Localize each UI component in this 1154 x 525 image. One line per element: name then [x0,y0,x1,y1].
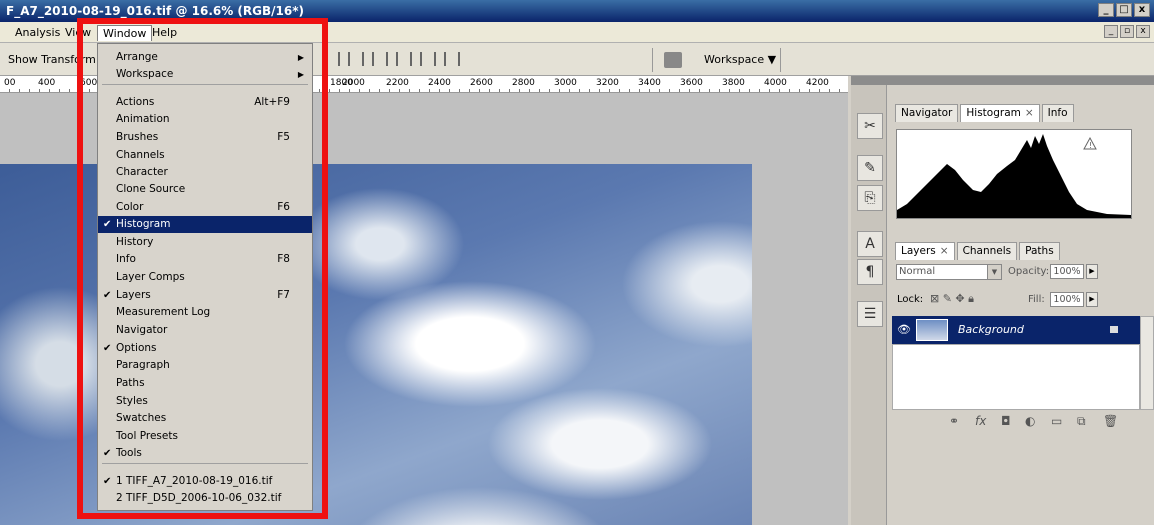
ruler-tick-label: 2000 [342,78,365,88]
svg-text:!: ! [1089,141,1092,150]
doc-restore-button[interactable]: ▫ [1120,25,1134,38]
ruler-tick-label: 2600 [470,78,493,88]
tab-channels[interactable]: Channels [956,242,1018,260]
lock-label: Lock: [897,294,924,305]
doc-close-button[interactable]: x [1136,25,1150,38]
ruler-tick-label: 2800 [512,78,535,88]
ruler-tick-label: 400 [38,78,56,88]
fill-label: Fill: [1028,294,1045,305]
tab-layers[interactable]: Layers × [895,242,955,260]
align-bottom-icon[interactable] [348,52,364,66]
toolbar-divider [780,48,781,72]
character-icon[interactable]: A [857,231,883,257]
auto-align-icon[interactable] [444,52,460,66]
fill-slider-button[interactable]: ▶ [1086,292,1098,307]
bridge-icon[interactable] [664,52,682,68]
chevron-down-icon: ▼ [987,265,1001,279]
blend-mode-select[interactable]: Normal ▼ [896,264,1002,280]
lock-icons[interactable]: ⊠ ✎ ✥ 🔒︎ [930,292,974,306]
tool-presets-icon[interactable]: ✂ [857,113,883,139]
new-group-icon[interactable]: ▭ [1051,414,1062,428]
layer-thumbnail [916,319,948,341]
window-title: F_A7_2010-08-19_016.tif @ 16.6% (RGB/16*… [6,4,304,18]
menu-analysis[interactable]: Analysis [10,25,65,41]
opacity-slider-button[interactable]: ▶ [1086,264,1098,279]
layer-comps-icon[interactable]: ☰ [857,301,883,327]
distribute-right-icon[interactable] [420,52,436,66]
layer-style-icon[interactable]: fx [975,414,986,428]
ruler-tick-label: 4200 [806,78,829,88]
doc-minimize-button[interactable]: _ [1104,25,1118,38]
minimize-button[interactable]: _ [1098,3,1114,17]
opacity-field[interactable]: 100% [1050,264,1084,279]
eye-icon[interactable]: 👁︎ [897,323,911,336]
tab-histogram[interactable]: Histogram × [960,104,1040,122]
new-layer-icon[interactable]: ⧉ [1077,414,1086,429]
tab-info[interactable]: Info [1041,104,1074,122]
fill-field[interactable]: 100% [1050,292,1084,307]
workspace-button[interactable]: Workspace ▼ [704,53,776,66]
ruler-tick-label: 4000 [764,78,787,88]
layer-name[interactable]: Background [958,323,1024,336]
paragraph-icon[interactable]: ¶ [857,259,883,285]
opacity-label: Opacity: [1008,266,1050,277]
maximize-button[interactable]: □ [1116,3,1132,17]
ruler-tick-label: 2200 [386,78,409,88]
delete-layer-icon[interactable]: 🗑︎ [1103,414,1118,428]
ruler-tick-label: 3000 [554,78,577,88]
brushes-icon[interactable]: ✎ [857,155,883,181]
lock-icon [1110,326,1118,333]
link-layers-icon[interactable]: ⚭ [949,414,959,428]
clone-source-icon[interactable]: ⎘ [857,185,883,211]
annotation-highlight-box [77,18,328,519]
close-tab-icon[interactable]: × [1025,107,1034,119]
layer-mask-icon[interactable]: ◘ [1001,414,1011,428]
layers-list-empty-area[interactable] [892,344,1140,410]
ruler-tick-label: 00 [4,78,16,88]
ruler-tick-label: 2400 [428,78,451,88]
layers-scrollbar[interactable] [1140,316,1154,410]
distribute-center-icon[interactable] [396,52,412,66]
ruler-tick-label: 3800 [722,78,745,88]
cached-data-warning-icon[interactable]: ! [1083,136,1097,150]
distribute-left-icon[interactable] [372,52,388,66]
adjustment-layer-icon[interactable]: ◐ [1025,414,1035,428]
close-tab-icon[interactable]: × [940,245,949,257]
ruler-tick-label: 3200 [596,78,619,88]
collapsed-panel-strip: ✂ ✎ ⎘ A ¶ ☰ [851,85,887,525]
toolbar-divider [652,48,653,72]
tab-navigator[interactable]: Navigator [895,104,959,122]
align-distribute-group [324,52,460,66]
layer-row-background[interactable]: 👁︎ Background [892,316,1140,344]
ruler-tick-label: 3400 [638,78,661,88]
layers-footer: ⚭ fx ◘ ◐ ▭ ⧉ 🗑︎ [891,412,1153,434]
dock-header-bar [851,76,1154,85]
close-button[interactable]: x [1134,3,1150,17]
ruler-tick-label: 3600 [680,78,703,88]
tab-paths[interactable]: Paths [1019,242,1060,260]
